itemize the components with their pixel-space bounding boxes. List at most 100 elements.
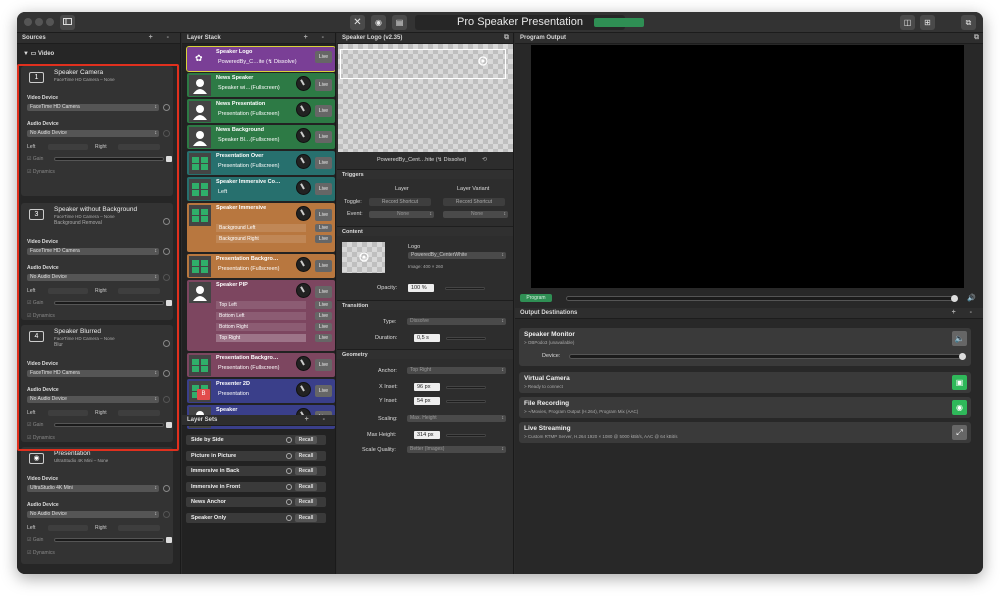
audio-device-info[interactable] <box>163 130 170 137</box>
audio-device-select[interactable]: No Audio Device <box>27 396 159 403</box>
y-inset-slider[interactable] <box>446 400 486 403</box>
opacity-knob[interactable] <box>296 257 311 272</box>
device-volume-slider[interactable] <box>569 353 966 360</box>
anchor-select[interactable]: Top Right <box>407 367 506 374</box>
video-device-select[interactable]: FaceTime HD Camera <box>27 248 159 255</box>
variant-event-select[interactable]: None <box>443 211 508 218</box>
variant-live-button[interactable]: Live <box>315 301 332 309</box>
gain-value[interactable] <box>166 422 172 428</box>
right-channel-select[interactable] <box>118 410 160 416</box>
audio-device-info[interactable] <box>163 274 170 281</box>
variant-toggle-shortcut-button[interactable]: Record Shortcut <box>443 198 505 206</box>
gain-checkbox[interactable]: ☑ Gain <box>27 156 43 162</box>
remove-set-button[interactable] <box>286 468 292 474</box>
recall-button[interactable]: Recall <box>295 467 317 475</box>
opacity-knob[interactable] <box>296 154 311 169</box>
scaling-select[interactable]: Max. Height <box>407 415 506 422</box>
dynamics-checkbox[interactable]: ☑ Dynamics <box>27 435 55 441</box>
destination-toggle-button[interactable]: ◉ <box>952 400 967 415</box>
remove-set-button[interactable] <box>286 514 292 521</box>
layer-item[interactable]: Speaker Immersive Live Background Left Live… <box>187 203 335 252</box>
layer-item[interactable]: B Presenter 2D Presentation Live <box>187 379 335 403</box>
source-group-video[interactable]: ▼ ▭ Video <box>23 50 54 57</box>
sidebar-toggle-button[interactable] <box>60 15 75 30</box>
output-destination[interactable]: File Recording > ~/Movies, Program Output… <box>519 397 971 418</box>
add-remove-layer-set[interactable]: + - <box>305 416 331 423</box>
gain-slider[interactable] <box>54 157 164 161</box>
x-inset-field[interactable]: 96 px <box>414 383 440 391</box>
program-audio-meter[interactable] <box>566 295 958 302</box>
video-device-info[interactable] <box>163 248 170 255</box>
gain-checkbox[interactable]: ☑ Gain <box>27 422 43 428</box>
logo-bounding-box[interactable] <box>340 49 506 79</box>
popout-icon[interactable]: ⧉ <box>974 34 979 41</box>
audio-device-info[interactable] <box>163 396 170 403</box>
device-volume-knob[interactable] <box>959 353 966 360</box>
layer-live-button[interactable]: Live <box>315 260 332 272</box>
layer-set-item[interactable]: Speaker Only Recall <box>186 512 326 523</box>
source-card[interactable]: 1 Speaker Camera FaceTime HD Camera – None… <box>21 66 173 196</box>
scale-quality-select[interactable]: Better (Images) <box>407 446 506 453</box>
dynamics-checkbox[interactable]: ☑ Dynamics <box>27 313 55 319</box>
video-device-info[interactable] <box>163 370 170 377</box>
audio-device-info[interactable] <box>163 511 170 518</box>
variant-live-button[interactable]: Live <box>315 235 332 243</box>
left-channel-select[interactable] <box>48 144 88 150</box>
layer-item[interactable]: Speaker Immersive Co… Left Live <box>187 177 335 201</box>
layer-set-item[interactable]: News Anchor Recall <box>186 497 326 507</box>
variant-live-button[interactable]: Live <box>315 334 332 342</box>
destination-toggle-button[interactable]: 🔈 <box>952 331 967 346</box>
gain-value[interactable] <box>166 537 172 543</box>
dynamics-checkbox[interactable]: ☑ Dynamics <box>27 550 55 556</box>
variant-row[interactable]: Bottom Left <box>216 312 306 320</box>
layer-live-button[interactable]: Live <box>315 286 332 298</box>
layout-single-button[interactable]: ◫ <box>900 15 915 30</box>
audio-device-select[interactable]: No Audio Device <box>27 274 159 281</box>
layer-live-button[interactable]: Live <box>315 105 332 117</box>
duration-field[interactable]: 0,5 s <box>414 334 440 342</box>
gain-slider[interactable] <box>54 423 164 427</box>
audio-device-select[interactable]: No Audio Device <box>27 511 159 518</box>
layer-set-item[interactable]: Picture in Picture Recall <box>186 450 326 461</box>
logo-image-well[interactable] <box>342 242 385 273</box>
layer-set-item[interactable]: Immersive in Front Recall <box>186 481 326 492</box>
stop-button[interactable]: ✕ <box>350 15 365 30</box>
gain-value[interactable] <box>166 156 172 162</box>
variant-row[interactable]: Top Left <box>216 301 306 309</box>
layer-item[interactable]: News Speaker Speaker wi…(Fullscreen) Live <box>187 73 335 97</box>
layer-item[interactable]: News Presentation Presentation (Fullscree… <box>187 99 335 123</box>
opacity-knob[interactable] <box>296 283 311 298</box>
right-channel-select[interactable] <box>118 144 160 150</box>
opacity-knob[interactable] <box>296 180 311 195</box>
logo-select[interactable]: PoweredBy_CenterWhite <box>408 252 506 259</box>
recall-button[interactable]: Recall <box>295 498 317 506</box>
recall-button[interactable]: Recall <box>295 451 317 460</box>
minimize-window-button[interactable] <box>35 18 43 26</box>
opacity-knob[interactable] <box>296 206 311 221</box>
reset-icon[interactable]: ⟲ <box>482 156 487 163</box>
opacity-knob[interactable] <box>296 102 311 117</box>
video-device-info[interactable] <box>163 485 170 492</box>
layer-live-button[interactable]: Live <box>315 51 332 63</box>
layer-item[interactable]: Speaker PIP Live Top Left Live Bottom Left Li… <box>187 280 335 351</box>
video-device-select[interactable]: FaceTime HD Camera <box>27 370 159 377</box>
opacity-knob[interactable] <box>296 128 311 143</box>
close-window-button[interactable] <box>24 18 32 26</box>
source-card[interactable]: 3 Speaker without Background FaceTime HD C… <box>21 203 173 320</box>
layer-item[interactable]: Presentation Over Presentation (Fullscree… <box>187 151 335 175</box>
zoom-window-button[interactable] <box>46 18 54 26</box>
layer-set-item[interactable]: Side by Side Recall <box>186 435 326 445</box>
layer-item[interactable]: Presentation Backgro… Presentation (Fulls… <box>187 254 335 278</box>
x-inset-slider[interactable] <box>446 386 486 389</box>
left-channel-select[interactable] <box>48 288 88 294</box>
layer-live-button[interactable]: Live <box>315 359 332 371</box>
add-remove-layer[interactable]: + - <box>304 34 330 41</box>
layer-live-button[interactable]: Live <box>315 183 332 195</box>
gain-slider[interactable] <box>54 538 164 542</box>
add-remove-destination[interactable]: + - <box>952 309 978 316</box>
variant-row[interactable]: Background Right <box>216 235 306 243</box>
layer-toggle-shortcut-button[interactable]: Record Shortcut <box>369 198 431 206</box>
remove-set-button[interactable] <box>286 483 292 490</box>
variant-live-button[interactable]: Live <box>315 323 332 331</box>
video-device-info[interactable] <box>163 104 170 111</box>
